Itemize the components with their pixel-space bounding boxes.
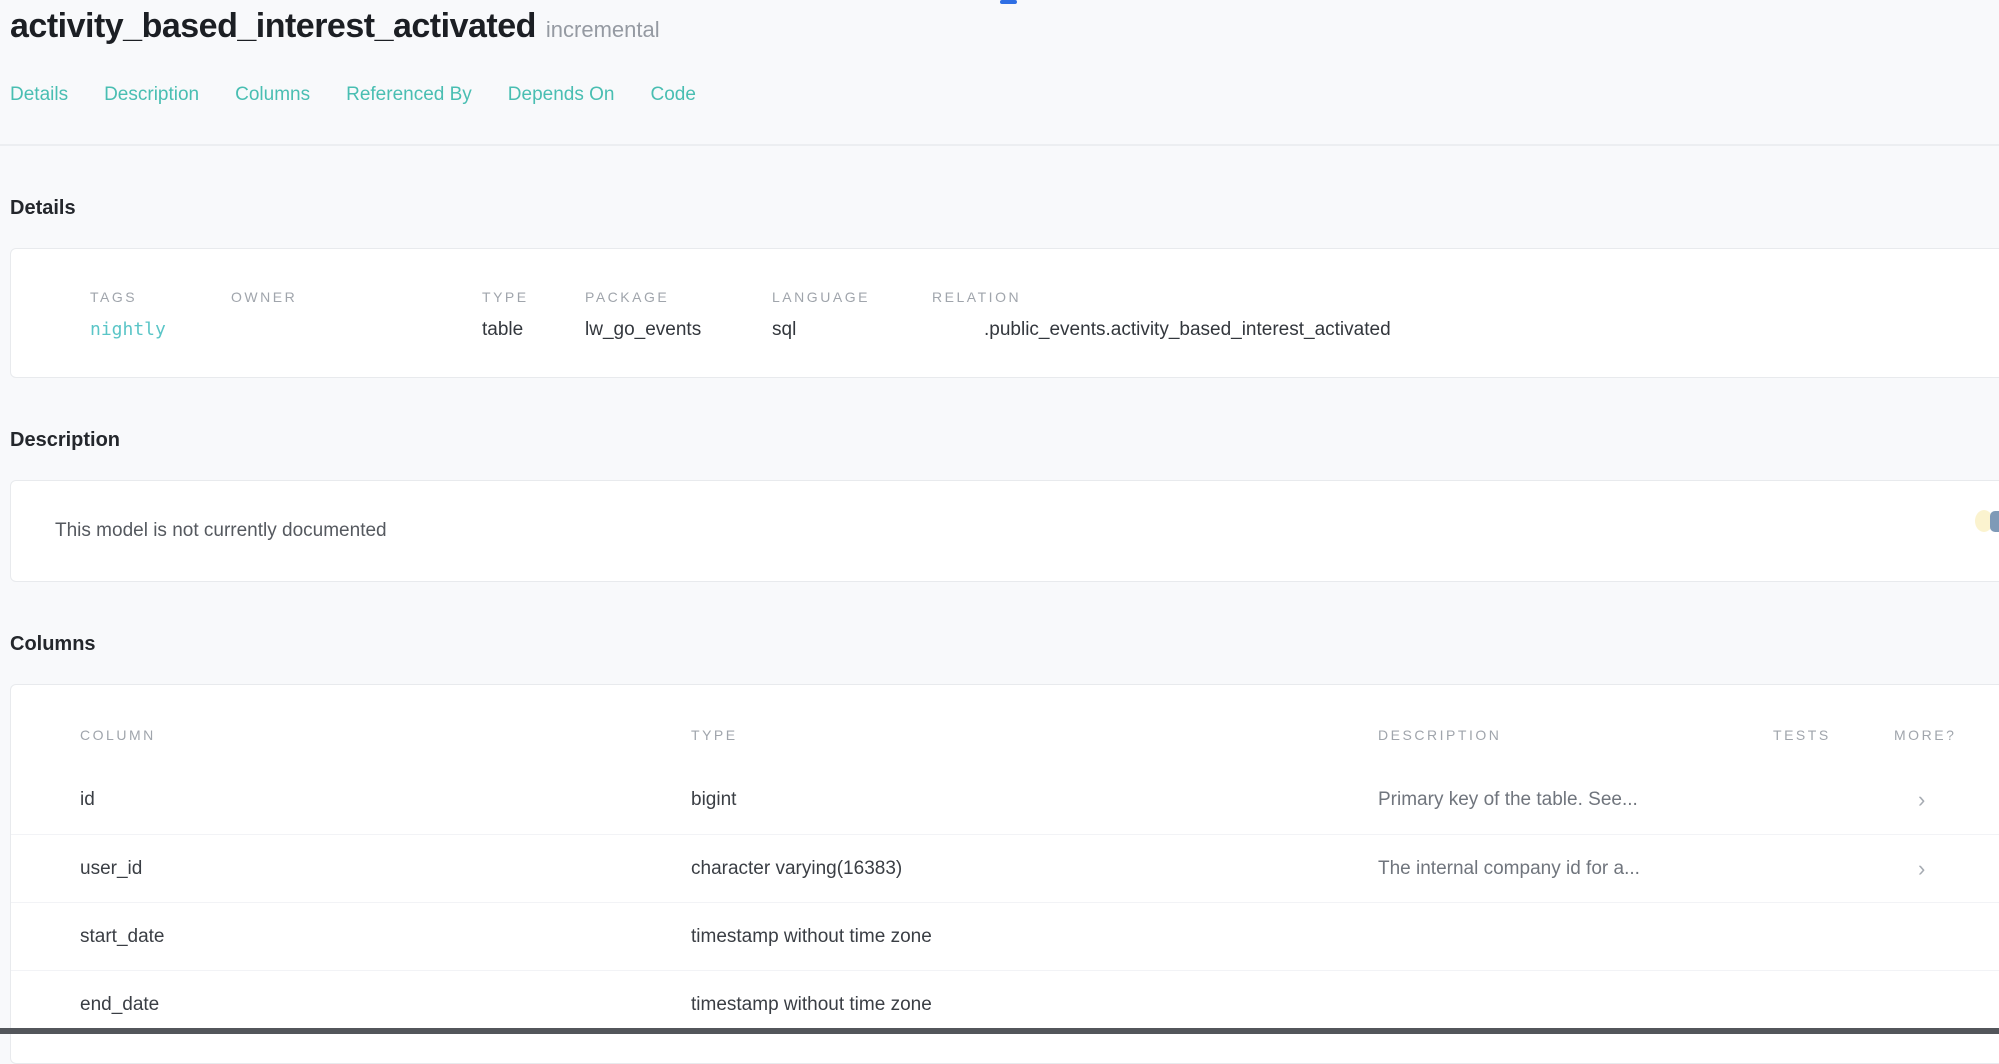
field-owner-label: OWNER — [231, 289, 482, 305]
cell-description: Primary key of the table. See... — [1378, 789, 1773, 811]
field-package-label: PACKAGE — [585, 289, 772, 305]
header-type: TYPE — [691, 727, 1378, 743]
field-tags-label: TAGS — [90, 289, 231, 305]
cell-column-name: user_id — [80, 858, 691, 880]
chevron-right-icon[interactable]: › — [1894, 787, 1999, 813]
field-language-label: LANGUAGE — [772, 289, 932, 305]
tab-code[interactable]: Code — [650, 84, 695, 106]
header-column: COLUMN — [80, 727, 691, 743]
details-card: TAGS nightly OWNER TYPE table PACKAGE lw… — [10, 248, 1999, 378]
field-relation-value: .public_events.activity_based_interest_a… — [932, 319, 1999, 341]
columns-card: COLUMN TYPE DESCRIPTION TESTS MORE? id b… — [10, 684, 1999, 1064]
tab-columns[interactable]: Columns — [235, 84, 310, 106]
chevron-right-icon[interactable]: › — [1894, 856, 1999, 882]
field-relation: RELATION .public_events.activity_based_i… — [932, 289, 1999, 341]
clipped-edit-button[interactable] — [1973, 508, 1999, 534]
bottom-window-edge — [0, 1028, 1999, 1034]
cell-description: The internal company id for a... — [1378, 858, 1773, 880]
tab-details[interactable]: Details — [10, 84, 68, 106]
cell-column-name: id — [80, 789, 691, 811]
columns-table-header: COLUMN TYPE DESCRIPTION TESTS MORE? — [11, 727, 1999, 743]
cell-column-name: end_date — [80, 994, 691, 1016]
model-header: activity_based_interest_activated increme… — [0, 0, 1999, 48]
tab-depends-on[interactable]: Depends On — [508, 84, 615, 106]
details-heading: Details — [10, 196, 1999, 220]
table-row[interactable]: id bigint Primary key of the table. See.… — [11, 766, 1999, 834]
table-row[interactable]: user_id character varying(16383) The int… — [11, 834, 1999, 902]
details-fields: TAGS nightly OWNER TYPE table PACKAGE lw… — [90, 289, 1999, 341]
materialization-badge: incremental — [546, 17, 660, 42]
page-title: activity_based_interest_activated — [10, 7, 536, 45]
field-package: PACKAGE lw_go_events — [585, 289, 772, 341]
field-type-value: table — [482, 319, 585, 341]
cell-type: bigint — [691, 789, 1378, 811]
field-tags: TAGS nightly — [90, 289, 231, 341]
tab-description[interactable]: Description — [104, 84, 199, 106]
header-tests: TESTS — [1773, 727, 1894, 743]
header-more: MORE? — [1894, 727, 1999, 743]
table-row[interactable]: start_date timestamp without time zone — [11, 902, 1999, 970]
description-heading: Description — [10, 428, 1999, 452]
tab-referenced-by[interactable]: Referenced By — [346, 84, 472, 106]
cell-type: timestamp without time zone — [691, 994, 1378, 1016]
description-text: This model is not currently documented — [55, 520, 387, 542]
section-nav: Details Description Columns Referenced B… — [0, 84, 1999, 106]
description-card: This model is not currently documented — [10, 480, 1999, 582]
field-type-label: TYPE — [482, 289, 585, 305]
field-relation-label: RELATION — [932, 289, 1999, 305]
clipped-link-fragment — [1000, 0, 1017, 4]
field-package-value: lw_go_events — [585, 319, 772, 341]
field-language: LANGUAGE sql — [772, 289, 932, 341]
field-language-value: sql — [772, 319, 932, 341]
columns-table-body: id bigint Primary key of the table. See.… — [11, 766, 1999, 1038]
field-owner: OWNER — [231, 289, 482, 341]
columns-heading: Columns — [10, 632, 1999, 656]
cell-column-name: start_date — [80, 926, 691, 948]
cell-type: character varying(16383) — [691, 858, 1378, 880]
header-divider — [0, 144, 1999, 146]
edit-button-knob — [1990, 511, 1999, 532]
tag-link[interactable]: nightly — [90, 319, 231, 340]
field-type: TYPE table — [482, 289, 585, 341]
header-description: DESCRIPTION — [1378, 727, 1773, 743]
cell-type: timestamp without time zone — [691, 926, 1378, 948]
